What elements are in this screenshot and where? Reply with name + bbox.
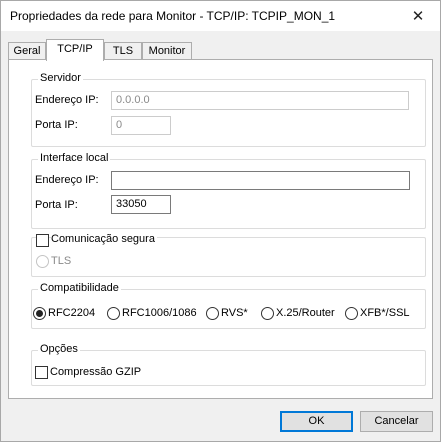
close-icon: ✕ bbox=[411, 8, 425, 25]
title-bar: Propriedades da rede para Monitor - TCP/… bbox=[1, 1, 440, 31]
compatibility-group: Compatibilidade RFC2204 RFC1006/1086 RVS… bbox=[31, 282, 426, 329]
tab-geral[interactable]: Geral bbox=[8, 42, 46, 60]
interface-address-label: Endereço IP: bbox=[35, 174, 99, 186]
servidor-address-input[interactable]: 0.0.0.0 bbox=[111, 91, 409, 110]
radio-rfc2204[interactable] bbox=[33, 307, 46, 320]
secure-communication-checkbox[interactable] bbox=[36, 234, 49, 247]
tls-radio[interactable] bbox=[36, 255, 49, 268]
radio-rfc2204-label: RFC2204 bbox=[48, 307, 96, 319]
servidor-port-input[interactable]: 0 bbox=[111, 116, 171, 135]
radio-x25-router[interactable] bbox=[261, 307, 274, 320]
radio-rvs-label: RVS* bbox=[221, 307, 248, 319]
gzip-label: Compressão GZIP bbox=[50, 366, 142, 378]
servidor-group-title: Servidor bbox=[38, 72, 83, 84]
ok-button[interactable]: OK bbox=[280, 411, 353, 432]
secure-communication-label: Comunicação segura bbox=[51, 233, 157, 245]
interface-local-group: Interface local Endereço IP: Porta IP: 3… bbox=[31, 152, 426, 229]
radio-rvs[interactable] bbox=[206, 307, 219, 320]
tab-monitor[interactable]: Monitor bbox=[142, 42, 192, 60]
tcpip-tab-panel: Servidor Endereço IP: 0.0.0.0 Porta IP: … bbox=[8, 59, 433, 399]
interface-port-label: Porta IP: bbox=[35, 199, 78, 211]
secure-communication-group: Comunicação segura TLS bbox=[31, 233, 426, 277]
servidor-group: Servidor Endereço IP: 0.0.0.0 Porta IP: … bbox=[31, 72, 426, 147]
interface-port-input[interactable]: 33050 bbox=[111, 195, 171, 214]
dialog-window: Propriedades da rede para Monitor - TCP/… bbox=[0, 0, 441, 442]
gzip-checkbox[interactable] bbox=[35, 366, 48, 379]
radio-rfc1006-label: RFC1006/1086 bbox=[122, 307, 197, 319]
close-button[interactable]: ✕ bbox=[396, 1, 440, 31]
options-group: Opções Compressão GZIP bbox=[31, 343, 426, 386]
radio-rfc1006[interactable] bbox=[107, 307, 120, 320]
tab-tcpip[interactable]: TCP/IP bbox=[46, 39, 104, 61]
compatibility-group-title: Compatibilidade bbox=[38, 282, 121, 294]
radio-xfb-ssl[interactable] bbox=[345, 307, 358, 320]
servidor-port-label: Porta IP: bbox=[35, 119, 78, 131]
cancel-button[interactable]: Cancelar bbox=[360, 411, 433, 432]
tab-tls[interactable]: TLS bbox=[104, 42, 142, 60]
radio-xfb-ssl-label: XFB*/SSL bbox=[360, 307, 410, 319]
tls-radio-label: TLS bbox=[51, 255, 72, 267]
interface-address-input[interactable] bbox=[111, 171, 410, 190]
window-title: Propriedades da rede para Monitor - TCP/… bbox=[10, 9, 336, 23]
options-group-title: Opções bbox=[38, 343, 80, 355]
radio-x25-router-label: X.25/Router bbox=[276, 307, 335, 319]
interface-local-group-title: Interface local bbox=[38, 152, 111, 164]
servidor-address-label: Endereço IP: bbox=[35, 94, 99, 106]
